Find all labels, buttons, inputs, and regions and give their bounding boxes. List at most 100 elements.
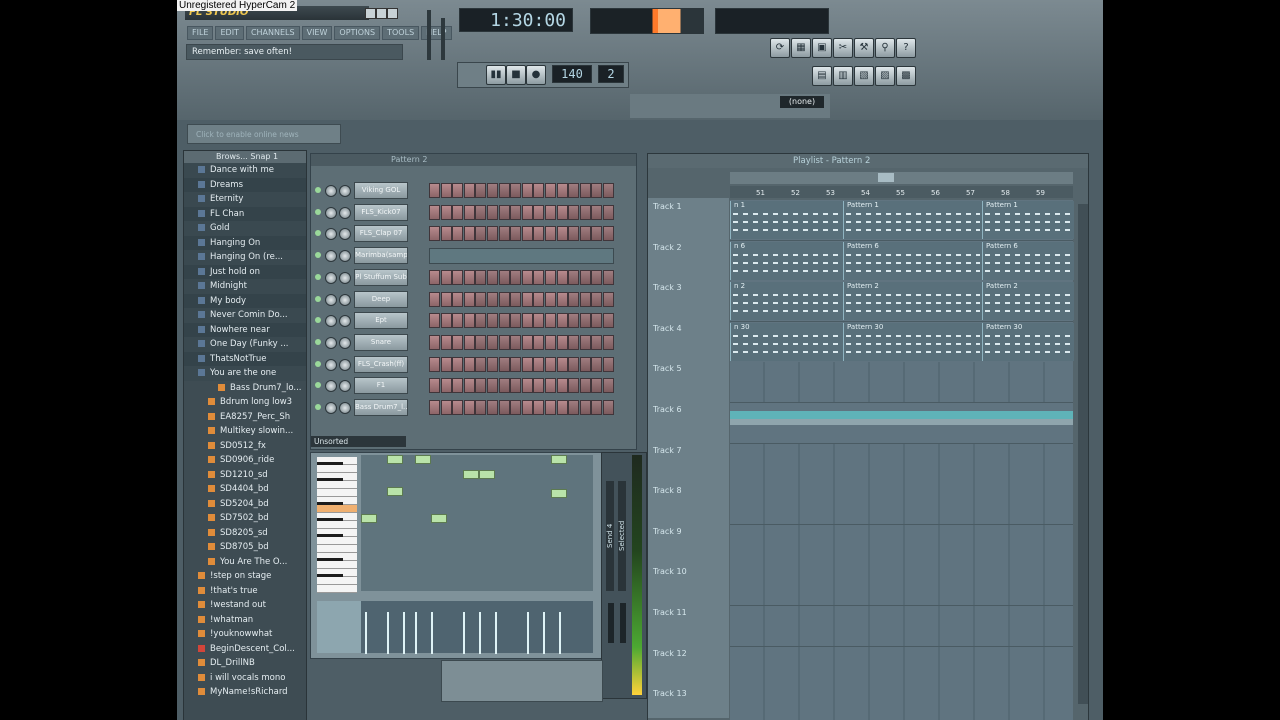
step-button[interactable] xyxy=(463,226,475,242)
track-lane[interactable] xyxy=(730,565,1073,607)
channel-led[interactable] xyxy=(315,273,321,280)
note[interactable] xyxy=(431,514,447,523)
step-button[interactable] xyxy=(498,334,510,350)
volume-knob[interactable] xyxy=(339,185,351,197)
browser-item[interactable]: One Day (Funky ... xyxy=(184,337,306,352)
track-lane[interactable] xyxy=(730,443,1073,485)
menu-view[interactable]: VIEW xyxy=(301,26,333,40)
step-button[interactable] xyxy=(568,400,580,415)
step-button[interactable] xyxy=(429,269,440,285)
note[interactable] xyxy=(361,514,377,523)
pattern-clip[interactable]: Pattern 6 xyxy=(843,241,982,280)
key-icon[interactable]: ⚲ xyxy=(875,38,895,58)
step-button[interactable] xyxy=(487,313,498,329)
velocity-bar[interactable] xyxy=(431,612,433,654)
note[interactable] xyxy=(387,455,403,464)
volume-knob[interactable] xyxy=(339,358,351,371)
step-button[interactable] xyxy=(510,269,522,285)
step-button[interactable] xyxy=(545,378,556,394)
record-icon[interactable]: ● xyxy=(526,65,546,85)
step-button[interactable] xyxy=(463,183,475,198)
step-button[interactable] xyxy=(533,334,545,350)
step-button[interactable] xyxy=(591,313,603,329)
channel-name-button[interactable]: Pl Stuffum Sub xyxy=(354,268,408,286)
step-button[interactable] xyxy=(603,269,614,285)
timeline-ruler[interactable]: 51 52 53 54 55 56 57 58 59 xyxy=(730,186,1073,198)
track-label[interactable]: Track 11 xyxy=(653,608,687,617)
browser-item[interactable]: ThatsNotTrue xyxy=(184,351,306,366)
step-button[interactable] xyxy=(429,313,440,329)
browser-item[interactable]: Dance with me xyxy=(184,163,306,178)
step-button[interactable] xyxy=(521,269,533,285)
volume-knob[interactable] xyxy=(339,402,351,414)
step-button[interactable] xyxy=(533,356,545,372)
channel-led[interactable] xyxy=(315,187,321,193)
tempo-display[interactable]: 140 xyxy=(552,65,592,83)
step-button[interactable] xyxy=(452,313,464,329)
step-button[interactable] xyxy=(579,291,591,307)
horizontal-scrollbar[interactable] xyxy=(730,172,1073,184)
step-button[interactable] xyxy=(533,313,545,329)
browser-item[interactable]: Eternity xyxy=(184,192,306,207)
piano-key[interactable] xyxy=(317,585,357,593)
step-button[interactable] xyxy=(510,334,522,350)
channel-name-button[interactable]: FLS_Kick07 xyxy=(354,203,408,221)
step-button[interactable] xyxy=(591,334,603,350)
step-button[interactable] xyxy=(545,269,556,285)
step-button[interactable] xyxy=(510,313,522,329)
track-label[interactable]: Track 5 xyxy=(653,364,682,373)
play-icon[interactable]: ▮▮ xyxy=(486,65,506,85)
track-label[interactable]: Track 13 xyxy=(653,689,687,698)
step-button[interactable] xyxy=(545,313,556,329)
step-button[interactable] xyxy=(429,204,440,220)
browser-item[interactable]: Midnight xyxy=(184,279,306,294)
track-lane[interactable]: n 1 Pattern 1 Pattern 1 xyxy=(730,200,1074,241)
step-button[interactable] xyxy=(533,291,545,307)
step-button[interactable] xyxy=(452,378,464,394)
pattern-clip[interactable]: Pattern 6 xyxy=(982,241,1074,280)
piano-key[interactable] xyxy=(317,521,357,529)
step-button[interactable] xyxy=(521,313,533,329)
step-button[interactable] xyxy=(487,204,498,220)
master-volume-slider[interactable] xyxy=(427,10,431,60)
step-button[interactable] xyxy=(579,204,591,220)
note[interactable] xyxy=(551,455,567,464)
step-button[interactable] xyxy=(475,313,487,329)
piano-key[interactable] xyxy=(317,489,357,497)
browser-item[interactable]: Just hold on xyxy=(184,264,306,279)
menu-edit[interactable]: EDIT xyxy=(215,26,244,40)
step-button[interactable] xyxy=(568,291,580,307)
step-button[interactable] xyxy=(463,291,475,307)
step-button[interactable] xyxy=(591,291,603,307)
step-button[interactable] xyxy=(556,378,568,394)
browser-item[interactable]: DL_DrillNB xyxy=(184,656,306,671)
velocity-bar[interactable] xyxy=(543,612,545,654)
volume-knob[interactable] xyxy=(339,228,351,241)
step-button[interactable] xyxy=(498,378,510,394)
track-label[interactable]: Track 7 xyxy=(653,446,682,455)
track-lane[interactable] xyxy=(730,606,1073,647)
step-button[interactable] xyxy=(452,204,464,220)
pattern-clip[interactable]: n 2 xyxy=(730,282,843,321)
browser-item[interactable]: MyName!sRichard xyxy=(184,685,306,700)
track-lane[interactable] xyxy=(730,646,1073,688)
pan-knob[interactable] xyxy=(325,402,337,414)
browser-item[interactable]: My body xyxy=(184,293,306,308)
step-button[interactable] xyxy=(463,269,475,285)
channel-led[interactable] xyxy=(315,404,321,410)
step-button[interactable] xyxy=(487,269,498,285)
browser-item[interactable]: SD5204_bd xyxy=(184,497,306,512)
step-button[interactable] xyxy=(452,226,464,242)
step-button[interactable] xyxy=(556,313,568,329)
channel-name-button[interactable]: Viking GOL xyxy=(354,182,408,199)
step-button[interactable] xyxy=(440,291,452,307)
browser-item[interactable]: Hanging On (re... xyxy=(184,250,306,265)
step-button[interactable] xyxy=(475,226,487,242)
piano-key[interactable] xyxy=(317,505,357,513)
piano-key[interactable] xyxy=(317,465,357,473)
step-button[interactable] xyxy=(487,356,498,372)
velocity-bar[interactable] xyxy=(415,612,417,654)
step-button[interactable] xyxy=(521,291,533,307)
track-lane[interactable]: n 2 Pattern 2 Pattern 2 xyxy=(730,281,1074,323)
pan-knob[interactable] xyxy=(325,250,337,263)
